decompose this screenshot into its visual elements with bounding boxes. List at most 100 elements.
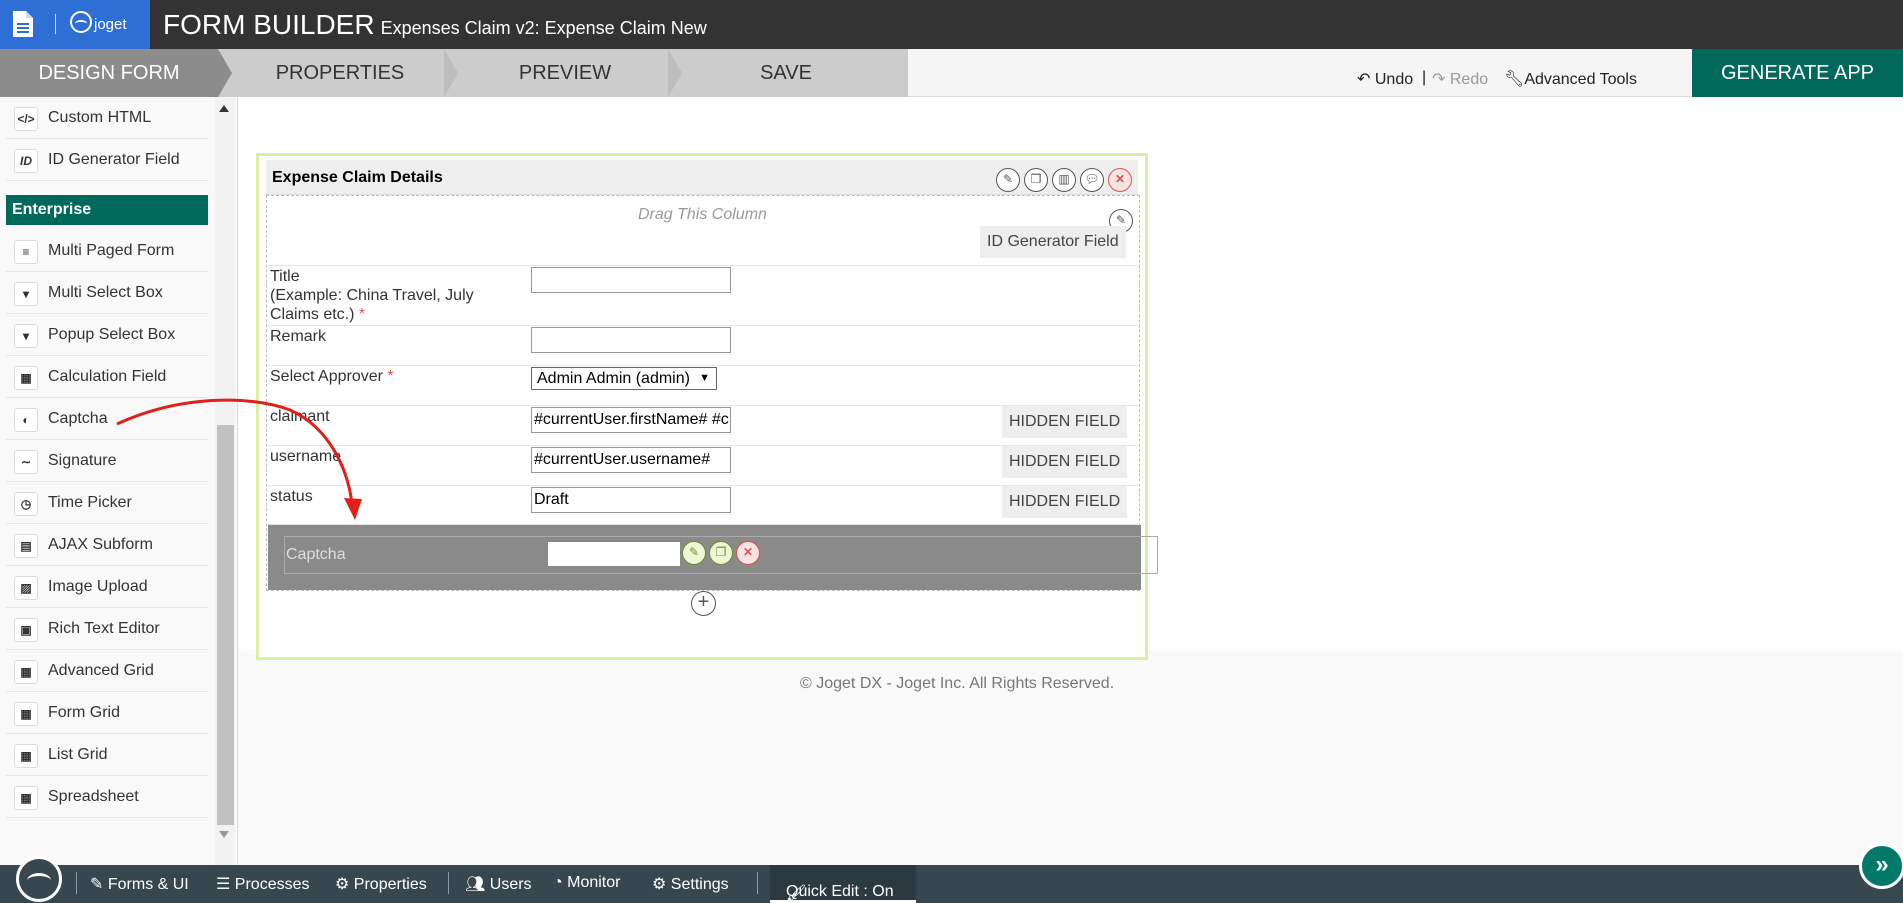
undo-button[interactable]: ↶ Undo bbox=[1357, 69, 1413, 89]
dragged-captcha-input bbox=[547, 541, 681, 567]
palette-item-image-upload[interactable]: ▨ Image Upload bbox=[6, 566, 208, 608]
tab-properties[interactable]: PROPERTIES bbox=[236, 49, 444, 97]
palette-item-rich-text-editor[interactable]: ▣ Rich Text Editor bbox=[6, 608, 208, 650]
hidden-field-badge: HIDDEN FIELD bbox=[1002, 406, 1128, 438]
tab-save[interactable]: SAVE bbox=[686, 49, 886, 97]
edit-icon: ✎ bbox=[90, 876, 104, 893]
palette-item-label: Spreadsheet bbox=[48, 788, 139, 805]
copyright-footer: © Joget DX - Joget Inc. All Rights Reser… bbox=[800, 675, 1115, 692]
grid-icon: ▦ bbox=[14, 702, 38, 726]
redo-label: Redo bbox=[1449, 71, 1489, 88]
step-separator bbox=[444, 49, 458, 97]
palette-item-spreadsheet[interactable]: ▦ Spreadsheet bbox=[6, 776, 208, 818]
palette-item-label: List Grid bbox=[48, 746, 108, 763]
bottom-divider bbox=[448, 872, 449, 894]
section-copy-button[interactable]: ❐ bbox=[1024, 168, 1048, 192]
palette-item-signature[interactable]: ∼ Signature bbox=[6, 440, 208, 482]
wrench-icon: 🔧︎ bbox=[1504, 71, 1525, 88]
palette-item-label: Advanced Grid bbox=[48, 662, 154, 679]
grid-icon: ▦ bbox=[14, 786, 38, 810]
processes-link[interactable]: ☰ Processes bbox=[216, 874, 310, 894]
palette-item-advanced-grid[interactable]: ▦ Advanced Grid bbox=[6, 650, 208, 692]
palette-item-id-generator[interactable]: ID ID Generator Field bbox=[6, 139, 208, 181]
claimant-input[interactable]: #currentUser.firstName# #c bbox=[531, 407, 731, 433]
remark-input[interactable] bbox=[531, 327, 731, 353]
forms-ui-label: Forms & UI bbox=[107, 876, 189, 893]
palette-item-label: Time Picker bbox=[48, 494, 132, 511]
users-link[interactable]: 👥︎ Users bbox=[465, 874, 532, 894]
dragged-edit-button[interactable]: ✎ bbox=[682, 541, 706, 565]
columns-icon: ▥ bbox=[1058, 172, 1070, 186]
palette-item-ajax-subform[interactable]: ▤ AJAX Subform bbox=[6, 524, 208, 566]
joget-home-logo-icon[interactable] bbox=[16, 856, 62, 902]
section-comment-button[interactable]: 💬︎ bbox=[1080, 168, 1104, 192]
approver-select[interactable]: Admin Admin (admin) ▼ bbox=[531, 367, 717, 390]
scroll-down-arrow-icon[interactable] bbox=[219, 831, 229, 838]
palette-section-enterprise[interactable]: Enterprise bbox=[6, 195, 208, 225]
dragged-copy-button[interactable]: ❐ bbox=[709, 541, 733, 565]
joget-logo-icon bbox=[70, 11, 92, 33]
expand-panel-button[interactable]: » bbox=[1859, 843, 1903, 889]
tab-label: DESIGN FORM bbox=[38, 62, 180, 84]
logo-text: joget bbox=[94, 16, 127, 33]
add-element-button[interactable]: + bbox=[691, 591, 716, 616]
tab-preview[interactable]: PREVIEW bbox=[462, 49, 668, 97]
settings-link[interactable]: ⚙ Settings bbox=[652, 874, 729, 894]
document-menu-button[interactable]: joget bbox=[0, 0, 150, 49]
palette-item-label: Rich Text Editor bbox=[48, 620, 160, 637]
palette-item-multi-select-box[interactable]: ▾ Multi Select Box bbox=[6, 272, 208, 314]
palette-item-label: AJAX Subform bbox=[48, 536, 153, 553]
element-palette: </> Custom HTML ID ID Generator Field En… bbox=[0, 97, 238, 865]
status-input[interactable]: Draft bbox=[531, 487, 731, 513]
title-input[interactable] bbox=[531, 267, 731, 293]
joget-logo[interactable]: joget bbox=[70, 11, 127, 33]
dragged-delete-button[interactable]: ✕ bbox=[736, 541, 760, 565]
generate-app-button[interactable]: GENERATE APP bbox=[1692, 49, 1903, 97]
title-hint: (Example: China Travel, July bbox=[270, 287, 474, 304]
section-column-button[interactable]: ▥ bbox=[1052, 168, 1076, 192]
copy-icon: ❐ bbox=[1030, 172, 1042, 186]
title-hint: Claims etc.) bbox=[270, 306, 355, 323]
step-separator bbox=[218, 49, 232, 97]
palette-item-popup-select-box[interactable]: ▾ Popup Select Box bbox=[6, 314, 208, 356]
header-divider bbox=[55, 14, 56, 34]
palette-item-label: ID Generator Field bbox=[48, 151, 180, 168]
required-mark: * bbox=[358, 306, 366, 323]
forms-ui-link[interactable]: ✎ Forms & UI bbox=[90, 874, 189, 894]
processes-label: Processes bbox=[234, 876, 310, 893]
section-delete-button[interactable]: ✕ bbox=[1108, 168, 1132, 192]
palette-item-custom-html[interactable]: </> Custom HTML bbox=[6, 97, 208, 139]
dragged-captcha-label: Captcha bbox=[286, 546, 346, 563]
palette-item-list-grid[interactable]: ▦ List Grid bbox=[6, 734, 208, 776]
status-label: status bbox=[270, 488, 313, 505]
tab-label: PROPERTIES bbox=[275, 62, 405, 84]
advanced-tools-button[interactable]: 🔧︎Advanced Tools bbox=[1504, 69, 1637, 89]
username-input[interactable]: #currentUser.username# bbox=[531, 447, 731, 473]
toolbar-divider: | bbox=[1422, 69, 1427, 86]
palette-item-label: Captcha bbox=[48, 410, 108, 427]
title-label-text: Title bbox=[270, 268, 300, 285]
palette-item-calculation-field[interactable]: ▦ Calculation Field bbox=[6, 356, 208, 398]
redo-button[interactable]: ↷ Redo bbox=[1432, 69, 1488, 89]
file-icon: ▤ bbox=[14, 534, 38, 558]
tab-design-form[interactable]: DESIGN FORM bbox=[0, 49, 218, 97]
drag-column-handle[interactable]: Drag This Column bbox=[638, 206, 767, 224]
properties-link[interactable]: ⚙ Properties bbox=[335, 874, 427, 894]
title-text: FORM BUILDER bbox=[163, 9, 375, 40]
palette-scrollbar-thumb[interactable] bbox=[217, 425, 234, 825]
palette-item-time-picker[interactable]: ◷ Time Picker bbox=[6, 482, 208, 524]
id-generator-badge: ID Generator Field bbox=[980, 226, 1126, 258]
palette-item-captcha[interactable]: ◐ Captcha bbox=[6, 398, 208, 440]
bottom-divider bbox=[76, 872, 77, 894]
palette-item-multi-paged-form[interactable]: ≡ Multi Paged Form bbox=[6, 230, 208, 272]
top-bar: joget FORM BUILDER Expenses Claim v2: Exp… bbox=[0, 0, 1903, 49]
close-icon: ✕ bbox=[742, 545, 754, 559]
monitor-link[interactable]: ◔ Monitor bbox=[553, 874, 620, 892]
scroll-up-arrow-icon[interactable] bbox=[219, 105, 229, 112]
chevron-down-icon: ▼ bbox=[699, 372, 710, 384]
title-label: Title (Example: China Travel, July Claim… bbox=[270, 267, 474, 324]
palette-item-form-grid[interactable]: ▦ Form Grid bbox=[6, 692, 208, 734]
section-edit-button[interactable]: ✎ bbox=[996, 168, 1020, 192]
palette-item-label: Image Upload bbox=[48, 578, 148, 595]
quick-edit-toggle[interactable]: 🖌︎ Quick Edit : On bbox=[770, 865, 916, 903]
